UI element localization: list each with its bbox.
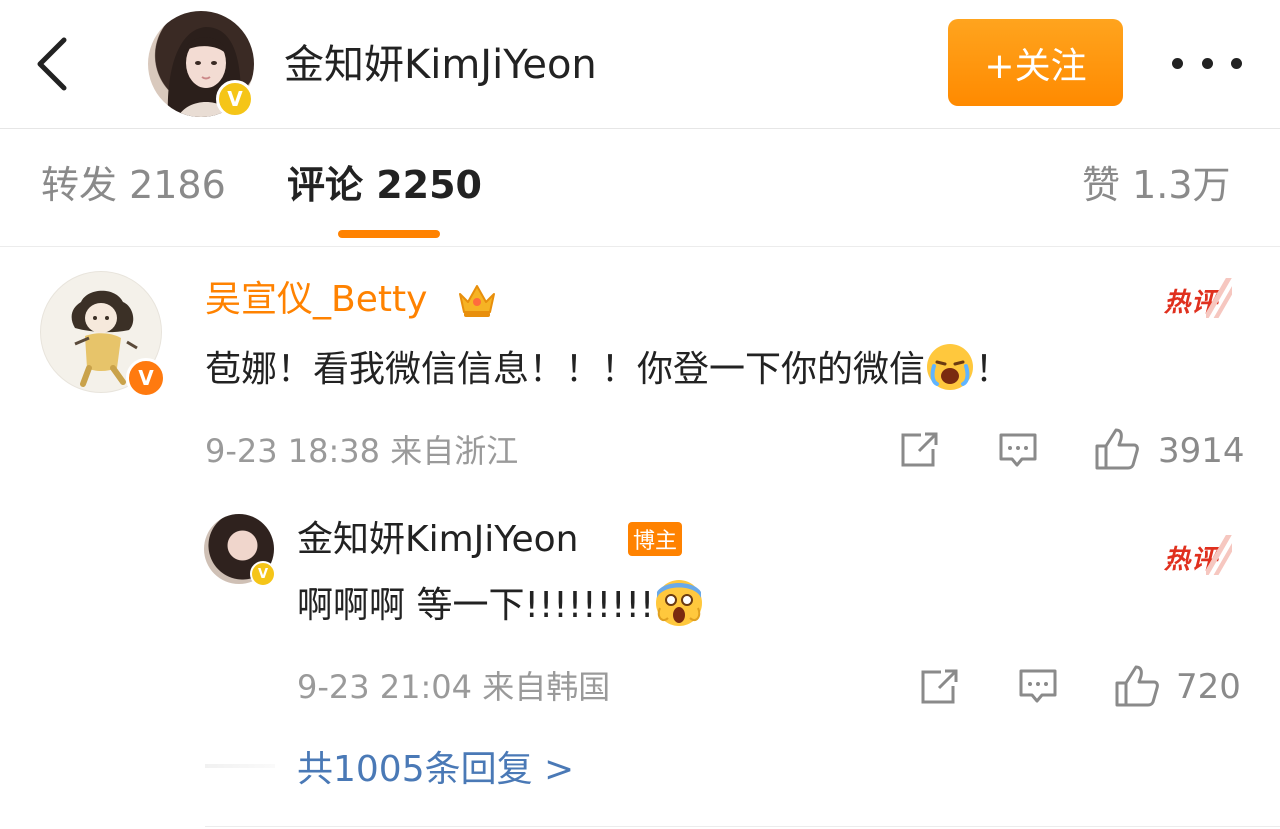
chevron-left-icon xyxy=(37,37,67,91)
tab-reposts[interactable]: 转发 2186 xyxy=(41,160,226,210)
like-icon[interactable] xyxy=(1094,426,1140,472)
divider xyxy=(205,826,1280,827)
comment-text-end: ！ xyxy=(975,349,1012,390)
commenter-name[interactable]: 吴宣仪_Betty xyxy=(205,278,427,322)
verified-v-icon: V xyxy=(250,561,276,587)
like-count: 720 xyxy=(1176,667,1241,707)
blogger-tag: 博主 xyxy=(628,522,682,556)
like-icon[interactable] xyxy=(1114,663,1160,709)
reply-timestamp: 9-23 21:04 来自韩国 xyxy=(297,668,611,706)
share-icon[interactable] xyxy=(899,431,939,469)
hot-comment-badge: 热评 xyxy=(1164,535,1233,576)
tab-comments[interactable]: 评论 2250 xyxy=(287,160,482,210)
divider xyxy=(205,764,275,768)
blogger-name[interactable]: 金知妍KimJiYeon xyxy=(284,40,597,90)
reply-author-name[interactable]: 金知妍KimJiYeon xyxy=(297,518,579,562)
like-count: 3914 xyxy=(1158,431,1245,471)
screaming-emoji-icon xyxy=(654,578,704,628)
share-icon[interactable] xyxy=(919,668,959,706)
verified-v-icon: V xyxy=(216,80,254,118)
comment-text-main: 苞娜！看我微信信息！！！你登一下你的微信 xyxy=(205,349,926,390)
more-horizontal-icon xyxy=(1231,57,1242,69)
reply-icon[interactable] xyxy=(998,431,1038,471)
comment-text: 苞娜！看我微信信息！！！你登一下你的微信 ！ xyxy=(205,344,1012,396)
crown-icon xyxy=(459,285,495,317)
tab-likes[interactable]: 赞 1.3万 xyxy=(1082,160,1231,210)
active-tab-indicator xyxy=(338,230,440,238)
follow-button[interactable]: +关注 xyxy=(948,19,1123,106)
more-horizontal-icon xyxy=(1201,57,1213,69)
view-all-replies-link[interactable]: 共1005条回复 > xyxy=(297,748,574,792)
crying-emoji-icon xyxy=(925,342,975,392)
hot-comment-badge: 热评 xyxy=(1164,278,1233,319)
more-horizontal-icon xyxy=(1172,57,1183,69)
back-button[interactable] xyxy=(30,34,74,94)
reply-text-main: 啊啊啊 等一下!!!!!!!!! xyxy=(297,585,655,626)
verified-v-icon: V xyxy=(126,358,166,398)
reply-text: 啊啊啊 等一下!!!!!!!!! xyxy=(297,580,704,632)
reply-icon[interactable] xyxy=(1018,667,1058,707)
more-options-button[interactable] xyxy=(1172,45,1242,81)
comment-timestamp: 9-23 18:38 来自浙江 xyxy=(205,432,519,470)
